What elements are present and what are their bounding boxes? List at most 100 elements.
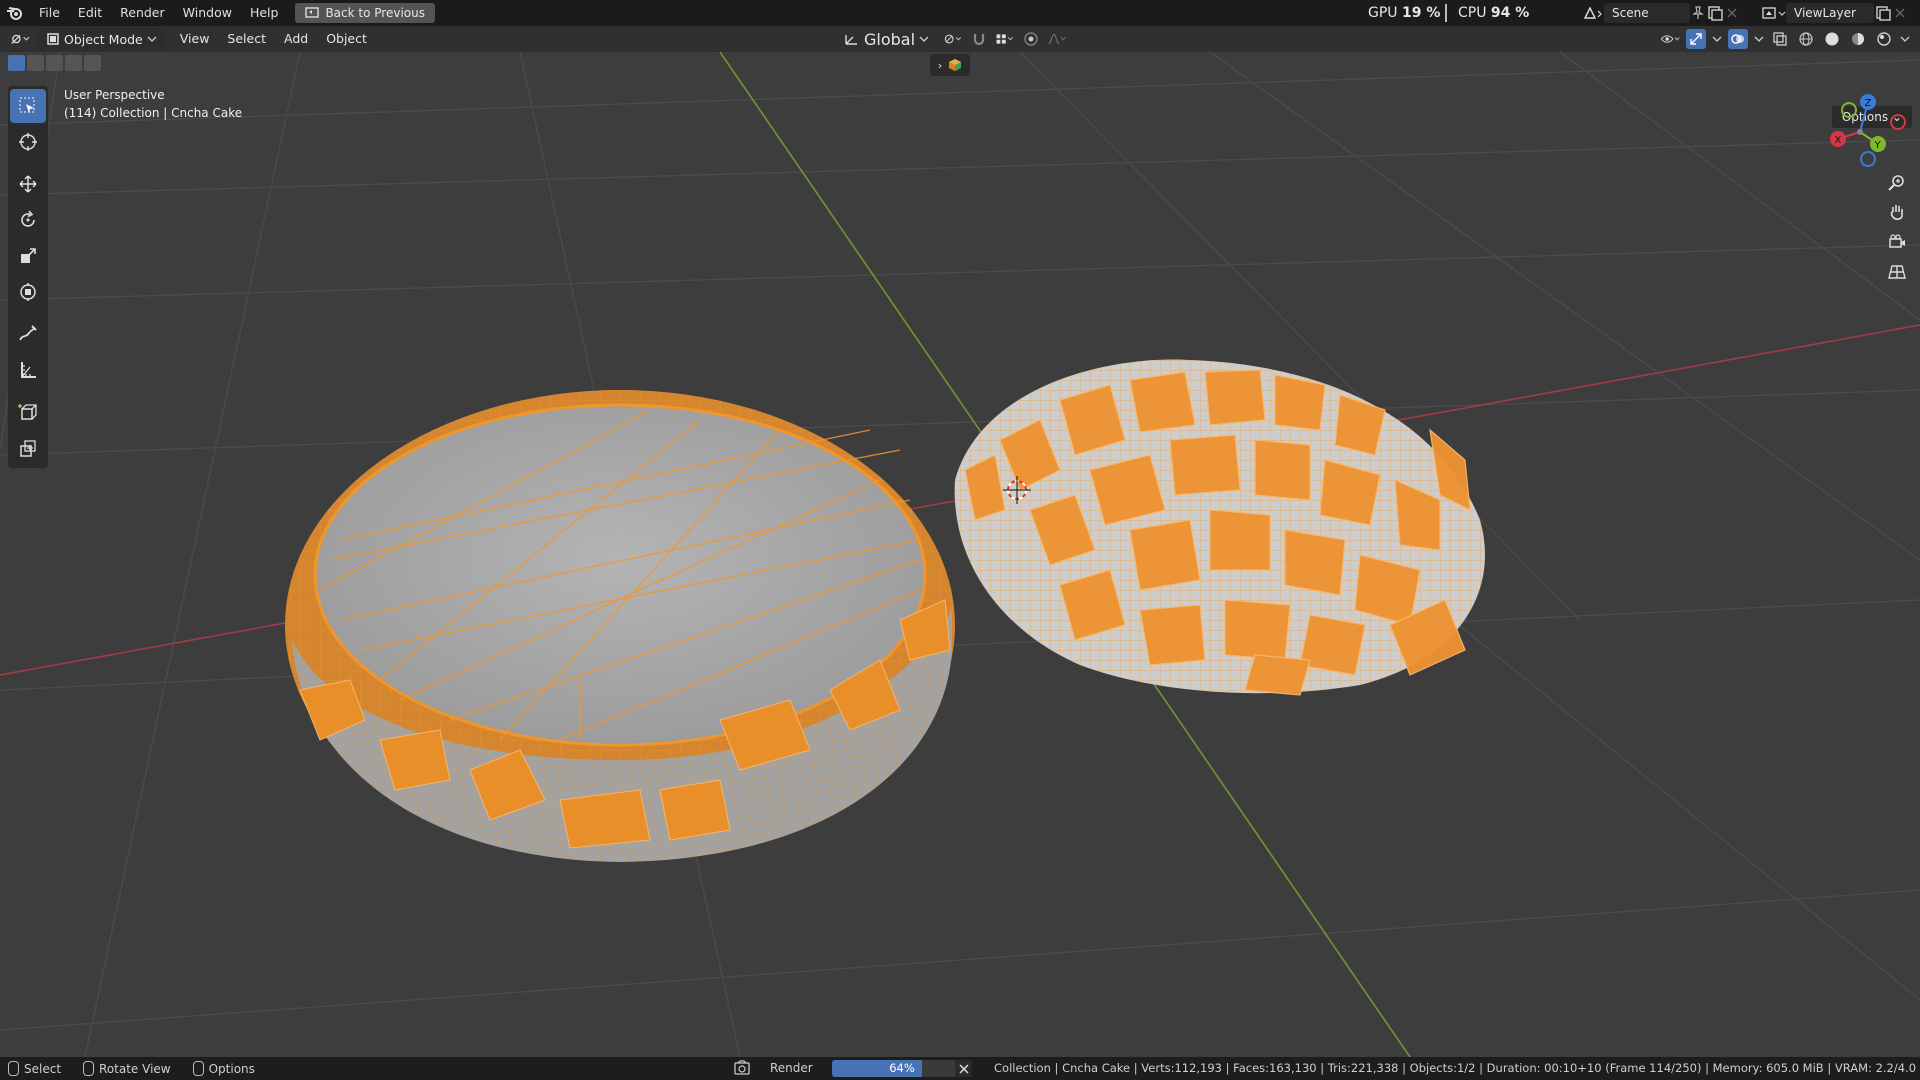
selection-mode-row — [8, 55, 101, 71]
render-label: Render — [770, 1061, 813, 1075]
blender-logo-icon[interactable] — [0, 0, 30, 26]
cursor-icon — [19, 133, 37, 151]
viewlayer-name-field[interactable]: ViewLayer — [1786, 3, 1874, 23]
solid-shading-icon[interactable] — [1822, 29, 1842, 49]
falloff-icon[interactable] — [1047, 29, 1067, 49]
collection-info: (114) Collection | Cncha Cake — [64, 106, 243, 120]
hint-select: Select — [8, 1061, 61, 1076]
asset-shelf-toggle[interactable]: › — [930, 54, 970, 76]
viewlayer-selector[interactable]: ViewLayer — [1760, 2, 1920, 24]
editor-type-icon[interactable] — [10, 29, 30, 49]
chevron-down-icon[interactable] — [1712, 35, 1722, 43]
move-icon — [19, 175, 37, 193]
neg-z-axis-icon[interactable] — [1860, 151, 1876, 167]
transform-tool[interactable] — [10, 275, 46, 309]
rendered-shading-icon[interactable] — [1874, 29, 1894, 49]
back-to-previous-button[interactable]: Back to Previous — [295, 3, 435, 23]
transform-icon — [20, 283, 36, 301]
rotate-tool[interactable] — [10, 203, 46, 237]
svg-text:Z: Z — [1865, 98, 1872, 109]
gizmo-toggle-icon[interactable] — [1686, 29, 1706, 49]
select-intersect-icon[interactable] — [84, 55, 101, 71]
xray-toggle-icon[interactable] — [1770, 29, 1790, 49]
perspective-toggle-icon[interactable] — [1883, 258, 1911, 286]
snap-icon[interactable] — [969, 29, 989, 49]
object-mode-dropdown[interactable]: Object Mode — [38, 28, 165, 50]
select-new-icon[interactable] — [8, 55, 25, 71]
3d-viewport[interactable]: Options ⌄ — [0, 52, 1920, 1057]
back-to-previous-label: Back to Previous — [325, 6, 425, 20]
orientation-icon — [845, 35, 857, 45]
screen-icon — [305, 7, 320, 18]
menu-help[interactable]: Help — [241, 0, 288, 26]
viewport-scene — [0, 52, 1920, 1057]
select-box-tool[interactable] — [10, 89, 46, 123]
cube-icon — [949, 59, 962, 71]
top-bar: File Edit Render Window Help Back to Pre… — [0, 0, 1920, 26]
scale-tool[interactable] — [10, 239, 46, 273]
cpu-usage: CPU 94 % — [1458, 5, 1529, 21]
menu-view[interactable]: View — [171, 26, 219, 52]
chevron-down-icon[interactable] — [1754, 35, 1764, 43]
extrude-cube-tool[interactable] — [10, 431, 46, 465]
delete-scene-icon[interactable] — [1724, 5, 1740, 21]
annotate-icon — [19, 325, 37, 341]
extrude-cube-icon — [20, 440, 36, 457]
menu-object[interactable]: Object — [317, 26, 376, 52]
scale-icon — [21, 248, 36, 263]
navigation-gizmo[interactable]: Z X Y — [1812, 88, 1912, 168]
gpu-label: GPU — [1368, 5, 1398, 21]
transform-tools: Global — [836, 26, 1067, 52]
hint-select-label: Select — [24, 1061, 62, 1076]
neg-y-axis-icon[interactable] — [1841, 102, 1857, 118]
pan-hand-icon[interactable] — [1883, 198, 1911, 226]
delete-viewlayer-icon[interactable] — [1892, 5, 1908, 21]
menu-select[interactable]: Select — [218, 26, 275, 52]
visibility-icon[interactable] — [1660, 29, 1680, 49]
move-tool[interactable] — [10, 167, 46, 201]
select-subtract-icon[interactable] — [46, 55, 63, 71]
new-viewlayer-icon[interactable] — [1874, 5, 1892, 21]
scene-name-field[interactable]: Scene — [1604, 3, 1690, 23]
render-job: Render — [734, 1060, 813, 1076]
view-name: User Perspective — [64, 88, 165, 102]
new-scene-icon[interactable] — [1706, 5, 1724, 21]
add-cube-tool[interactable] — [10, 395, 46, 429]
middle-mouse-icon — [83, 1061, 95, 1076]
rotate-icon — [21, 210, 35, 227]
zoom-icon[interactable] — [1883, 168, 1911, 196]
measure-tool[interactable] — [10, 353, 46, 387]
svg-text:Y: Y — [1874, 140, 1882, 151]
select-invert-icon[interactable] — [65, 55, 82, 71]
menu-window[interactable]: Window — [174, 0, 241, 26]
pin-icon[interactable] — [1690, 5, 1706, 21]
camera-view-icon[interactable] — [1883, 228, 1911, 256]
material-preview-icon[interactable] — [1848, 29, 1868, 49]
hint-rotate-view: Rotate View — [83, 1061, 171, 1076]
cursor-tool[interactable] — [10, 125, 46, 159]
menu-edit[interactable]: Edit — [69, 0, 111, 26]
pivot-point-icon[interactable] — [943, 29, 963, 49]
proportional-editing-icon[interactable] — [1021, 29, 1041, 49]
object-mode-label: Object Mode — [64, 31, 143, 47]
menu-file[interactable]: File — [30, 0, 69, 26]
add-cube-icon — [18, 404, 37, 420]
left-mouse-icon — [8, 1061, 19, 1076]
cancel-render-button[interactable] — [955, 1060, 972, 1077]
neg-x-axis-icon[interactable] — [1890, 114, 1906, 130]
status-bar: Select Rotate View Options Render 64% Co… — [0, 1057, 1920, 1080]
orientation-dropdown[interactable]: Global — [836, 28, 937, 50]
scene-selector[interactable]: Scene — [1582, 2, 1747, 24]
wireframe-shading-icon[interactable] — [1796, 29, 1816, 49]
snap-target-icon[interactable] — [995, 29, 1015, 49]
svg-text:X: X — [1835, 135, 1842, 146]
menu-render[interactable]: Render — [111, 0, 174, 26]
select-extend-icon[interactable] — [27, 55, 44, 71]
hint-rotate-label: Rotate View — [99, 1061, 171, 1076]
cpu-value: 94 % — [1490, 5, 1530, 21]
annotate-tool[interactable] — [10, 317, 46, 351]
concha-top-mesh — [954, 359, 1485, 696]
menu-add[interactable]: Add — [275, 26, 317, 52]
overlays-toggle-icon[interactable] — [1728, 29, 1748, 49]
chevron-down-icon[interactable] — [1900, 35, 1910, 43]
